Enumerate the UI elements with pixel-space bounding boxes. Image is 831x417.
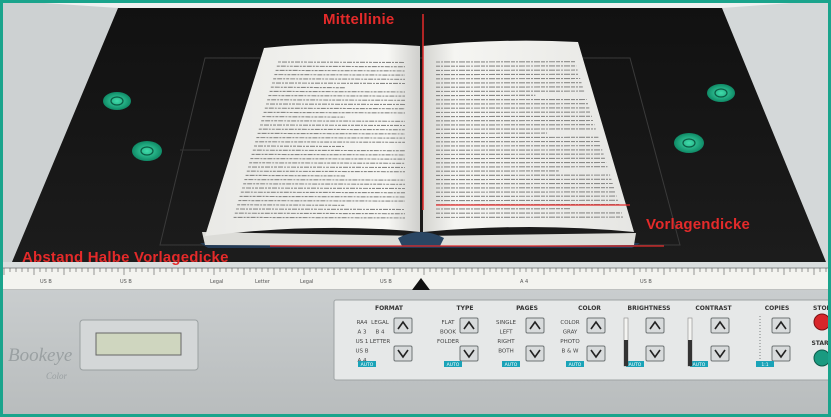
book-text-line	[251, 153, 406, 156]
panel-color-down-button[interactable]	[586, 345, 606, 362]
stop-button[interactable]: STOP	[813, 305, 831, 331]
book-text-line	[264, 107, 406, 110]
panel-copies-up-button[interactable]	[771, 317, 791, 334]
lcd-display	[95, 332, 182, 356]
panel-format-down-button[interactable]	[393, 345, 413, 362]
panel-brightness-level-bar	[623, 317, 629, 367]
svg-text:AUTO: AUTO	[569, 362, 582, 368]
book-text-line	[243, 183, 406, 185]
panel-option-label: LEFT	[500, 330, 514, 336]
half-distance-label: Abstand Halbe Vorlagedicke	[22, 249, 229, 266]
panel-format-up-button[interactable]	[393, 317, 413, 334]
svg-text:AUTO: AUTO	[447, 362, 460, 368]
panel-option-label: B 4	[375, 330, 385, 336]
scanner-photo: US B US B Legal Letter Legal US B A 4 US B FORM…	[0, 0, 831, 417]
panel-group-title: PAGES	[516, 305, 538, 312]
ruler-mark-label: Legal	[300, 279, 313, 285]
panel-format-auto-badge: AUTO	[358, 361, 376, 368]
stop-label: STOP	[813, 305, 831, 312]
thickness-label: Vorlagendicke	[646, 216, 751, 233]
panel-pages-auto-badge: AUTO	[502, 361, 520, 368]
panel-group-title: FORMAT	[375, 305, 404, 312]
center-line-label: Mittellinie	[323, 11, 395, 28]
ruler-mark-label: A 4	[520, 279, 528, 285]
ruler-mark-label: US B	[380, 279, 392, 285]
panel-option-label: BOOK	[440, 330, 456, 336]
book-text-line	[270, 86, 346, 89]
book-text-line	[261, 120, 406, 122]
panel-brightness-up-button[interactable]	[645, 317, 665, 334]
panel-option-label: FOLDER	[437, 339, 459, 345]
book-text-line	[238, 200, 406, 202]
book-text-line	[265, 103, 406, 106]
panel-color-auto-badge: AUTO	[566, 361, 584, 368]
panel-option-label: GRAY	[563, 330, 578, 336]
panel-brightness-auto-badge: AUTO	[626, 361, 644, 368]
panel-option-label: LETTER	[370, 339, 391, 345]
panel-option-label: RA4	[357, 320, 368, 326]
book-text-line	[273, 78, 406, 80]
panel-contrast-level-bar	[687, 317, 693, 367]
panel-option-label: BOTH	[498, 349, 514, 355]
target-marker-icon	[132, 141, 162, 161]
panel-copies-auto-badge: 1:1	[756, 361, 774, 368]
panel-group-title: TYPE	[457, 305, 474, 312]
panel-option-label: PHOTO	[560, 339, 580, 345]
panel-color-up-button[interactable]	[586, 317, 606, 334]
panel-option-label: LEGAL	[371, 320, 390, 326]
panel-group-title: COPIES	[765, 305, 790, 312]
panel-type-up-button[interactable]	[459, 317, 479, 334]
panel-option-label: FLAT	[441, 320, 455, 326]
panel-option-label: COLOR	[560, 320, 579, 326]
panel-option-label: B & W	[562, 349, 580, 355]
target-marker-icon	[103, 92, 131, 110]
ruler-mark-label: Legal	[210, 279, 223, 285]
open-book	[200, 40, 640, 248]
svg-text:AUTO: AUTO	[693, 362, 706, 368]
control-panel	[333, 299, 831, 381]
brand-sub: Color	[46, 371, 68, 381]
book-text-line	[246, 170, 406, 173]
panel-group-title: BRIGHTNESS	[628, 305, 671, 312]
book-text-line	[258, 128, 406, 131]
ruler-mark-label: Letter	[255, 279, 271, 285]
ruler-mark-label: US B	[640, 279, 652, 285]
book-text-line	[244, 179, 406, 181]
panel-option-label: US 1	[356, 339, 369, 345]
start-label: START	[811, 340, 831, 347]
panel-pages-down-button[interactable]	[525, 345, 545, 362]
ruler-mark-label: US B	[120, 279, 132, 285]
book-text-line	[239, 195, 406, 198]
svg-text:AUTO: AUTO	[361, 362, 374, 368]
panel-pages-up-button[interactable]	[525, 317, 545, 334]
panel-type-down-button[interactable]	[459, 345, 479, 362]
book-text-line	[245, 174, 346, 177]
panel-contrast-up-button[interactable]	[710, 317, 730, 334]
panel-option-label: RIGHT	[497, 339, 515, 345]
target-marker-icon	[707, 84, 735, 102]
panel-contrast-auto-badge: AUTO	[690, 361, 708, 368]
svg-text:1:1: 1:1	[761, 362, 768, 368]
svg-text:AUTO: AUTO	[505, 362, 518, 368]
book-text-line	[259, 124, 406, 127]
book-text-line	[274, 74, 406, 76]
ruler-mark-label: US B	[40, 279, 52, 285]
panel-group-title: CONTRAST	[695, 305, 732, 312]
panel-copies-down-button[interactable]	[771, 345, 791, 362]
brand-logo: Bookeye	[8, 345, 73, 366]
svg-text:AUTO: AUTO	[629, 362, 642, 368]
panel-option-label: A 3	[357, 330, 367, 336]
book-text-line	[269, 90, 406, 93]
panel-option-label: US B	[355, 349, 368, 355]
panel-group-title: COLOR	[578, 305, 601, 312]
panel-brightness-down-button[interactable]	[645, 345, 665, 362]
panel-type-auto-badge: AUTO	[444, 361, 462, 368]
target-marker-icon	[674, 133, 704, 153]
scanner-illustration: US B US B Legal Letter Legal US B A 4 US B FORM…	[0, 0, 831, 417]
panel-option-label: SINGLE	[496, 320, 517, 326]
panel-contrast-down-button[interactable]	[710, 345, 730, 362]
